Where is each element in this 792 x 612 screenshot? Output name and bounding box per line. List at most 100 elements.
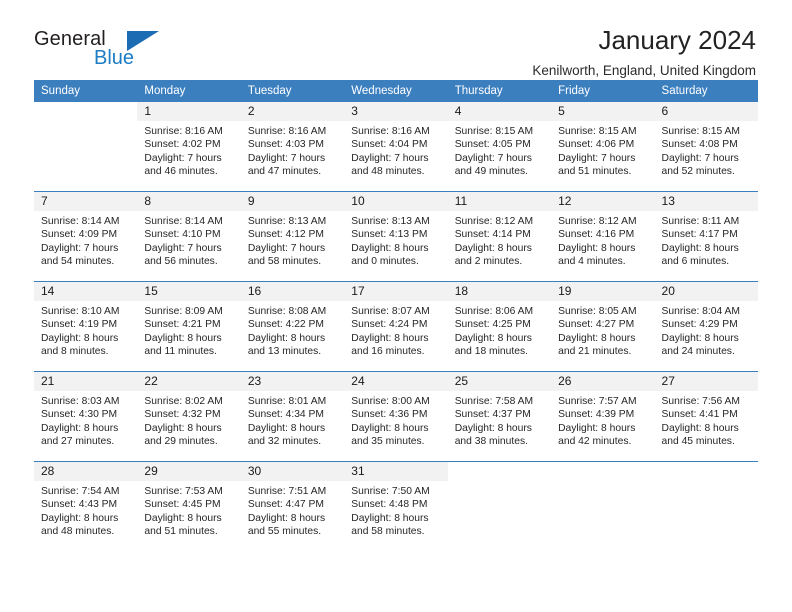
day-daylight-line-text: and 51 minutes.: [558, 166, 632, 178]
day-sun-info: Sunrise: 7:50 AM Sunset: 4:48 PM Daylight:…: [344, 481, 447, 539]
day-cell-content: 17 Sunrise: 8:07 AM Sunset: 4:24 PM Dayligh…: [344, 282, 448, 371]
day-cell-content: 15 Sunrise: 8:09 AM Sunset: 4:21 PM Dayligh…: [137, 282, 241, 371]
day-number: 7: [34, 192, 138, 211]
calendar-day-cell[interactable]: 20 Sunrise: 8:04 AM Sunset: 4:29 PM Dayligh…: [654, 281, 758, 372]
day-cell-content: 13 Sunrise: 8:11 AM Sunset: 4:17 PM Dayligh…: [654, 192, 758, 281]
day-number: 16: [240, 282, 345, 301]
day-daylight-line-text: Daylight: 8 hours: [558, 332, 636, 344]
calendar-day-cell[interactable]: 18 Sunrise: 8:06 AM Sunset: 4:25 PM Dayligh…: [447, 281, 552, 372]
day-sunrise-text: Sunrise: 7:53 AM: [144, 486, 223, 497]
day-daylight-line-text: Daylight: 7 hours: [247, 242, 326, 254]
day-number: 22: [137, 372, 241, 391]
calendar-day-cell[interactable]: 27 Sunrise: 7:56 AM Sunset: 4:41 PM Dayligh…: [654, 371, 758, 462]
calendar-day-cell[interactable]: 1 Sunrise: 8:16 AM Sunset: 4:02 PM Daylight…: [137, 102, 241, 192]
day-sun-info: Sunrise: 8:08 AM Sunset: 4:22 PM Daylight:…: [241, 301, 344, 359]
day-daylight-line-text: Daylight: 8 hours: [144, 422, 222, 434]
day-sun-info: Sunrise: 8:15 AM Sunset: 4:05 PM Daylight:…: [448, 121, 551, 179]
day-daylight-line-text: Daylight: 8 hours: [558, 242, 636, 254]
calendar-day-cell[interactable]: 7 Sunrise: 8:14 AM Sunset: 4:09 PM Daylight…: [34, 191, 138, 282]
day-number: 11: [447, 192, 552, 211]
calendar-day-cell[interactable]: 13 Sunrise: 8:11 AM Sunset: 4:17 PM Dayligh…: [654, 191, 758, 282]
calendar-day-cell[interactable]: 19 Sunrise: 8:05 AM Sunset: 4:27 PM Dayligh…: [551, 281, 655, 372]
day-daylight-line-text: Daylight: 8 hours: [144, 332, 222, 344]
day-daylight-line-text: Daylight: 7 hours: [41, 242, 119, 254]
calendar-day-cell[interactable]: 12 Sunrise: 8:12 AM Sunset: 4:16 PM Dayligh…: [551, 191, 655, 282]
calendar-day-cell[interactable]: 15 Sunrise: 8:09 AM Sunset: 4:21 PM Dayligh…: [137, 281, 241, 372]
calendar-day-cell[interactable]: 6 Sunrise: 8:15 AM Sunset: 4:08 PM Daylight…: [654, 102, 758, 192]
day-number: 13: [654, 192, 758, 211]
day-cell-content: 23 Sunrise: 8:01 AM Sunset: 4:34 PM Dayligh…: [240, 372, 345, 461]
day-sunset-text: Sunset: 4:27 PM: [558, 319, 635, 331]
day-sunrise-text: Sunrise: 7:57 AM: [558, 396, 637, 407]
day-daylight-line-text: and 52 minutes.: [661, 166, 735, 178]
calendar-day-cell[interactable]: 29 Sunrise: 7:53 AM Sunset: 4:45 PM Dayligh…: [137, 461, 241, 551]
calendar-day-cell[interactable]: 17 Sunrise: 8:07 AM Sunset: 4:24 PM Dayligh…: [344, 281, 448, 372]
day-sunrise-text: Sunrise: 8:13 AM: [247, 216, 327, 227]
calendar-day-cell[interactable]: 30 Sunrise: 7:51 AM Sunset: 4:47 PM Dayligh…: [240, 461, 345, 551]
calendar-day-cell[interactable]: 31 Sunrise: 7:50 AM Sunset: 4:48 PM Dayligh…: [344, 461, 448, 551]
calendar-day-cell[interactable]: 25 Sunrise: 7:58 AM Sunset: 4:37 PM Dayligh…: [447, 371, 552, 462]
day-sun-info: Sunrise: 8:16 AM Sunset: 4:02 PM Daylight:…: [137, 121, 240, 179]
day-sunset-text: Sunset: 4:09 PM: [41, 229, 118, 241]
day-sun-info: Sunrise: 8:15 AM Sunset: 4:08 PM Daylight:…: [655, 121, 758, 179]
day-daylight-line-text: Daylight: 7 hours: [247, 152, 326, 164]
calendar-day-cell[interactable]: 14 Sunrise: 8:10 AM Sunset: 4:19 PM Dayligh…: [34, 281, 138, 372]
day-sunrise-text: Sunrise: 8:09 AM: [144, 306, 223, 317]
day-number: 15: [137, 282, 241, 301]
day-daylight-line-text: and 2 minutes.: [454, 256, 523, 268]
day-daylight-line-text: Daylight: 8 hours: [351, 332, 429, 344]
day-sunset-text: Sunset: 4:16 PM: [558, 229, 635, 241]
calendar-day-cell[interactable]: 2 Sunrise: 8:16 AM Sunset: 4:03 PM Daylight…: [240, 102, 345, 192]
calendar-day-cell[interactable]: 5 Sunrise: 8:15 AM Sunset: 4:06 PM Daylight…: [551, 102, 655, 192]
day-cell-content: 27 Sunrise: 7:56 AM Sunset: 4:41 PM Dayligh…: [654, 372, 758, 461]
day-number: 30: [240, 462, 345, 481]
calendar-day-cell[interactable]: 4 Sunrise: 8:15 AM Sunset: 4:05 PM Daylight…: [447, 102, 552, 192]
calendar-day-cell[interactable]: 28 Sunrise: 7:54 AM Sunset: 4:43 PM Dayligh…: [34, 461, 138, 551]
day-number: 20: [654, 282, 758, 301]
day-sunrise-text: Sunrise: 8:00 AM: [351, 396, 430, 407]
day-cell-content: 22 Sunrise: 8:02 AM Sunset: 4:32 PM Dayligh…: [137, 372, 241, 461]
day-daylight-line-text: Daylight: 8 hours: [144, 512, 222, 524]
calendar-week-row: 14 Sunrise: 8:10 AM Sunset: 4:19 PM Dayligh…: [34, 281, 758, 372]
day-number: 21: [34, 372, 138, 391]
day-daylight-line-text: Daylight: 8 hours: [41, 422, 119, 434]
day-number: 9: [240, 192, 345, 211]
calendar-day-cell[interactable]: 11 Sunrise: 8:12 AM Sunset: 4:14 PM Dayligh…: [447, 191, 552, 282]
day-daylight-line-text: Daylight: 8 hours: [454, 332, 532, 344]
day-number: 2: [240, 102, 345, 121]
day-cell-content: 24 Sunrise: 8:00 AM Sunset: 4:36 PM Dayligh…: [344, 372, 448, 461]
day-daylight-line-text: Daylight: 8 hours: [661, 242, 739, 254]
day-cell-content: 26 Sunrise: 7:57 AM Sunset: 4:39 PM Dayligh…: [551, 372, 655, 461]
calendar-day-cell[interactable]: 21 Sunrise: 8:03 AM Sunset: 4:30 PM Dayligh…: [34, 371, 138, 462]
day-cell-content: 10 Sunrise: 8:13 AM Sunset: 4:13 PM Dayligh…: [344, 192, 448, 281]
calendar-day-cell[interactable]: 16 Sunrise: 8:08 AM Sunset: 4:22 PM Dayligh…: [240, 281, 345, 372]
calendar-day-cell[interactable]: 3 Sunrise: 8:16 AM Sunset: 4:04 PM Daylight…: [344, 102, 448, 192]
weekday-header-row: Sunday Monday Tuesday Wednesday Thursday…: [34, 80, 758, 102]
calendar-day-cell[interactable]: 9 Sunrise: 8:13 AM Sunset: 4:12 PM Daylight…: [240, 191, 345, 282]
day-number: [551, 462, 655, 481]
day-number: 17: [344, 282, 448, 301]
calendar-day-cell: [654, 461, 758, 551]
day-daylight-line-text: and 16 minutes.: [351, 346, 425, 358]
calendar-day-cell[interactable]: 22 Sunrise: 8:02 AM Sunset: 4:32 PM Dayligh…: [137, 371, 241, 462]
general-blue-logo[interactable]: General Blue: [34, 26, 166, 74]
day-sunset-text: Sunset: 4:39 PM: [558, 409, 635, 421]
day-sunrise-text: Sunrise: 8:16 AM: [351, 126, 430, 137]
calendar-day-cell[interactable]: 10 Sunrise: 8:13 AM Sunset: 4:13 PM Dayligh…: [344, 191, 448, 282]
day-cell-content: 19 Sunrise: 8:05 AM Sunset: 4:27 PM Dayligh…: [551, 282, 655, 371]
calendar-day-cell[interactable]: 24 Sunrise: 8:00 AM Sunset: 4:36 PM Dayligh…: [344, 371, 448, 462]
day-number: 14: [34, 282, 138, 301]
day-daylight-line-text: and 4 minutes.: [558, 256, 626, 268]
day-sunrise-text: Sunrise: 8:16 AM: [144, 126, 223, 137]
day-daylight-line-text: and 8 minutes.: [41, 346, 109, 358]
day-cell-content: 9 Sunrise: 8:13 AM Sunset: 4:12 PM Daylight…: [240, 192, 345, 281]
calendar-day-cell[interactable]: 8 Sunrise: 8:14 AM Sunset: 4:10 PM Daylight…: [137, 191, 241, 282]
day-number: 29: [137, 462, 241, 481]
day-cell-content: 7 Sunrise: 8:14 AM Sunset: 4:09 PM Daylight…: [34, 192, 138, 281]
calendar-day-cell[interactable]: 23 Sunrise: 8:01 AM Sunset: 4:34 PM Dayligh…: [240, 371, 345, 462]
day-cell-content: 18 Sunrise: 8:06 AM Sunset: 4:25 PM Dayligh…: [447, 282, 552, 371]
day-number: 4: [447, 102, 552, 121]
day-sun-info: Sunrise: 8:07 AM Sunset: 4:24 PM Daylight:…: [344, 301, 447, 359]
calendar-day-cell[interactable]: 26 Sunrise: 7:57 AM Sunset: 4:39 PM Dayligh…: [551, 371, 655, 462]
day-sun-info: [655, 481, 758, 485]
